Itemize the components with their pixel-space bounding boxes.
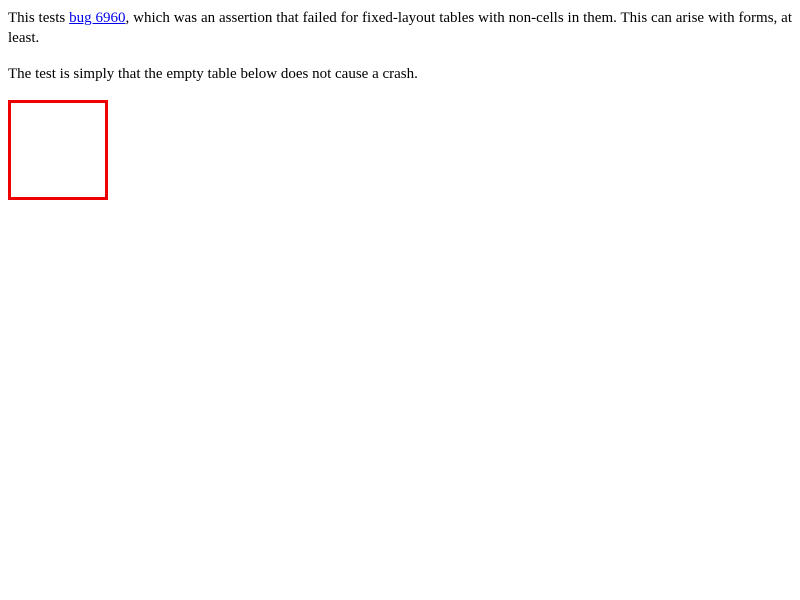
bug-link[interactable]: bug 6960 xyxy=(69,10,125,26)
description-paragraph: The test is simply that the empty table … xyxy=(8,66,418,82)
intro-suffix: , which was an assertion that failed for… xyxy=(8,10,792,46)
intro-paragraph: This tests bug 6960, which was an assert… xyxy=(8,8,792,48)
intro-prefix: This tests xyxy=(8,10,70,26)
page-content: This tests bug 6960, which was an assert… xyxy=(0,0,800,200)
empty-test-table xyxy=(8,100,108,200)
